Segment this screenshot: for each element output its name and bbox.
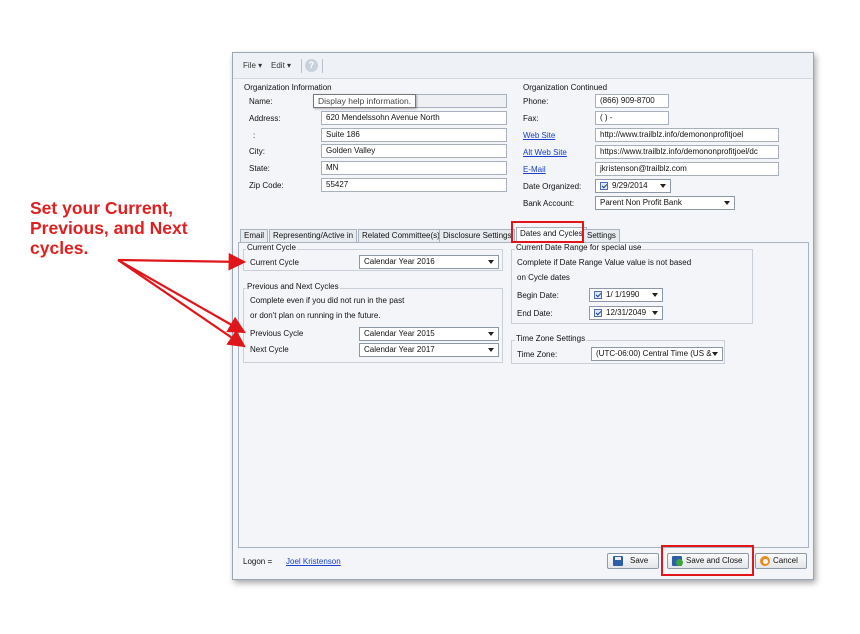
timezone-label: Time Zone:: [517, 350, 558, 359]
prev-next-title: Previous and Next Cycles: [246, 282, 340, 292]
city-label: City:: [249, 147, 265, 156]
begin-date-value: 1/ 1/1990: [606, 290, 640, 299]
arrow-to-next-cycle: [117, 259, 246, 348]
cancel-button-label: Cancel: [773, 556, 798, 565]
org-info-title: Organization Information: [244, 83, 332, 92]
bank-account-label: Bank Account:: [523, 199, 575, 208]
app-window: File ▾ Edit ▾ ? Organization Information…: [232, 52, 814, 580]
tab-disclosure-settings[interactable]: Disclosure Settings: [439, 229, 516, 242]
cancel-button[interactable]: Cancel: [755, 553, 807, 569]
save-button[interactable]: Save: [607, 553, 659, 569]
zip-label: Zip Code:: [249, 181, 284, 190]
chevron-down-icon: [660, 184, 666, 188]
alt-website-field[interactable]: https://www.trailblz.info/demononprofitj…: [595, 145, 779, 159]
state-field[interactable]: MN: [321, 161, 507, 175]
next-cycle-label: Next Cycle: [250, 345, 289, 354]
begin-date-checkbox[interactable]: [594, 291, 602, 299]
alt-website-link[interactable]: Alt Web Site: [523, 148, 567, 158]
fax-field[interactable]: ( ) -: [595, 111, 669, 125]
prev-next-note-2: or don't plan on running in the future.: [250, 311, 381, 320]
zip-field[interactable]: 55427: [321, 178, 507, 192]
tab-settings[interactable]: Settings: [583, 229, 620, 242]
end-date-value: 12/31/2049: [606, 308, 647, 317]
chevron-down-icon: [712, 352, 718, 356]
date-organized-value: 9/29/2014: [612, 181, 648, 190]
chevron-down-icon: [652, 311, 658, 315]
help-tooltip: Display help information.: [313, 94, 417, 108]
end-date-label: End Date:: [517, 309, 553, 318]
menu-file[interactable]: File ▾: [243, 61, 262, 71]
timezone-select[interactable]: (UTC-06:00) Central Time (US &: [591, 347, 723, 361]
highlight-dates-tab: [511, 221, 584, 243]
prev-next-note-1: Complete even if you did not run in the …: [250, 296, 405, 305]
address2-field[interactable]: Suite 186: [321, 128, 507, 142]
email-link[interactable]: E-Mail: [523, 165, 546, 175]
phone-field[interactable]: (866) 909-8700: [595, 94, 669, 108]
date-range-note-1: Complete if Date Range Value value is no…: [517, 258, 692, 267]
end-date-picker[interactable]: 12/31/2049: [589, 306, 663, 320]
date-range-note-2: on Cycle dates: [517, 273, 570, 282]
address-label: Address:: [249, 114, 281, 123]
menu-divider: [301, 59, 302, 73]
highlight-save-and-close: [661, 545, 754, 576]
website-link[interactable]: Web Site: [523, 131, 555, 141]
timezone-value: (UTC-06:00) Central Time (US &: [596, 349, 712, 358]
previous-cycle-select[interactable]: Calendar Year 2015: [359, 327, 499, 341]
menu-bar: File ▾ Edit ▾ ?: [233, 53, 813, 79]
chevron-down-icon: [724, 201, 730, 205]
save-button-label: Save: [630, 556, 649, 565]
bank-account-value: Parent Non Profit Bank: [600, 198, 682, 207]
callout-line-3: cycles.: [30, 238, 89, 258]
chevron-down-icon: [488, 348, 494, 352]
menu-edit[interactable]: Edit ▾: [271, 61, 291, 71]
address1-field[interactable]: 620 Mendelssohn Avenue North: [321, 111, 507, 125]
chevron-down-icon: [488, 260, 494, 264]
email-field[interactable]: jkristenson@trailblz.com: [595, 162, 779, 176]
bank-account-select[interactable]: Parent Non Profit Bank: [595, 196, 735, 210]
current-cycle-title: Current Cycle: [246, 243, 297, 253]
city-field[interactable]: Golden Valley: [321, 144, 507, 158]
date-range-title: Current Date Range for special use: [515, 243, 643, 253]
next-cycle-select[interactable]: Calendar Year 2017: [359, 343, 499, 357]
logon-label: Logon =: [243, 557, 273, 566]
previous-cycle-label: Previous Cycle: [250, 329, 304, 338]
begin-date-label: Begin Date:: [517, 291, 559, 300]
date-organized-checkbox[interactable]: [600, 182, 608, 190]
tab-email[interactable]: Email: [240, 229, 269, 242]
current-cycle-label: Current Cycle: [250, 258, 299, 267]
phone-label: Phone:: [523, 97, 549, 106]
org-cont-title: Organization Continued: [523, 83, 608, 92]
tab-related-committees[interactable]: Related Committee(s): [358, 229, 444, 242]
callout-text: Set your Current, Previous, and Next cyc…: [30, 198, 188, 258]
chevron-down-icon: [652, 293, 658, 297]
tab-representing[interactable]: Representing/Active in: [269, 229, 358, 242]
address2-label: :: [253, 131, 256, 140]
cancel-icon: [760, 556, 770, 566]
callout-line-1: Set your Current,: [30, 198, 173, 218]
begin-date-picker[interactable]: 1/ 1/1990: [589, 288, 663, 302]
date-organized-picker[interactable]: 9/29/2014: [595, 179, 671, 193]
next-cycle-value: Calendar Year 2017: [364, 345, 435, 354]
arrow-to-current-cycle: [117, 252, 247, 271]
floppy-disk-icon: [613, 556, 623, 566]
state-label: State:: [249, 164, 270, 173]
help-icon[interactable]: ?: [305, 59, 318, 72]
chevron-down-icon: [488, 332, 494, 336]
date-organized-label: Date Organized:: [523, 182, 582, 191]
logon-user-link[interactable]: Joel Kristenson: [286, 557, 341, 567]
arrow-to-previous-cycle: [117, 259, 246, 334]
website-field[interactable]: http://www.trailblz.info/demononprofitjo…: [595, 128, 779, 142]
timezone-title: Time Zone Settings: [515, 334, 587, 344]
current-cycle-select[interactable]: Calendar Year 2016: [359, 255, 499, 269]
fax-label: Fax:: [523, 114, 539, 123]
menu-divider: [322, 59, 323, 73]
end-date-checkbox[interactable]: [594, 309, 602, 317]
name-label: Name:: [249, 97, 273, 106]
current-cycle-value: Calendar Year 2016: [364, 257, 435, 266]
previous-cycle-value: Calendar Year 2015: [364, 329, 435, 338]
callout-line-2: Previous, and Next: [30, 218, 188, 238]
